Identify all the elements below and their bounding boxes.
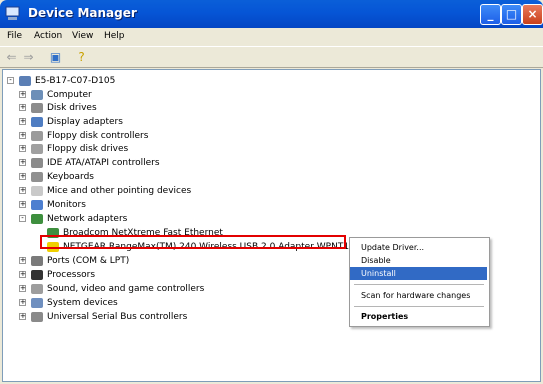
minimize-button[interactable]: _ bbox=[480, 4, 501, 25]
device-category[interactable]: + Ports (COM & LPT) bbox=[19, 254, 129, 267]
expand-icon[interactable]: + bbox=[19, 271, 26, 278]
computer-root-icon bbox=[19, 75, 31, 86]
device-category[interactable]: + Monitors bbox=[19, 198, 86, 211]
device-tree-panel: - E5-B17-C07-D105 + Computer + Disk drives +… bbox=[2, 69, 541, 382]
system-device-icon bbox=[31, 297, 43, 308]
sound-icon bbox=[31, 283, 43, 294]
device-category[interactable]: + Floppy disk controllers bbox=[19, 129, 148, 142]
context-properties[interactable]: Properties bbox=[350, 310, 487, 323]
display-adapter-icon bbox=[31, 116, 43, 127]
menu-view[interactable]: View bbox=[72, 31, 93, 41]
context-separator bbox=[354, 306, 484, 307]
computer-icon bbox=[31, 89, 43, 100]
back-icon[interactable]: ⇐ bbox=[4, 50, 19, 64]
menu-file[interactable]: File bbox=[7, 31, 22, 41]
expand-icon[interactable]: + bbox=[19, 173, 26, 180]
toolbar: ⇐ ⇒ ▣ ? bbox=[0, 46, 543, 68]
collapse-icon[interactable]: - bbox=[7, 77, 14, 84]
close-button[interactable]: × bbox=[522, 4, 543, 25]
expand-icon[interactable]: + bbox=[19, 187, 26, 194]
device-label: Network adapters bbox=[47, 213, 128, 224]
maximize-button[interactable]: □ bbox=[501, 4, 522, 25]
context-scan-hardware[interactable]: Scan for hardware changes bbox=[350, 289, 487, 302]
floppy-drive-icon bbox=[31, 143, 43, 154]
root-label: E5-B17-C07-D105 bbox=[35, 75, 116, 86]
context-separator bbox=[354, 284, 484, 285]
device-category[interactable]: + Disk drives bbox=[19, 101, 97, 114]
expand-icon[interactable]: + bbox=[19, 299, 26, 306]
device-label: Disk drives bbox=[47, 102, 97, 113]
device-category[interactable]: + Computer bbox=[19, 88, 92, 101]
view-icon[interactable]: ▣ bbox=[48, 50, 63, 64]
device-manager-icon bbox=[5, 6, 20, 20]
menu-help[interactable]: Help bbox=[104, 31, 125, 41]
device-label: Mice and other pointing devices bbox=[47, 185, 192, 196]
keyboard-icon bbox=[31, 171, 43, 182]
expand-icon[interactable]: + bbox=[19, 132, 26, 139]
expand-icon[interactable]: + bbox=[19, 118, 26, 125]
expand-icon[interactable]: + bbox=[19, 104, 26, 111]
forward-icon[interactable]: ⇒ bbox=[21, 50, 36, 64]
menu-action[interactable]: Action bbox=[34, 31, 62, 41]
mouse-icon bbox=[31, 185, 43, 196]
menu-bar: File Action View Help bbox=[0, 28, 543, 46]
device-category[interactable]: + Display adapters bbox=[19, 115, 123, 128]
expand-icon[interactable]: + bbox=[19, 257, 26, 264]
expand-icon[interactable]: + bbox=[19, 159, 26, 166]
device-category[interactable]: - Network adapters bbox=[19, 212, 127, 225]
floppy-controller-icon bbox=[31, 130, 43, 141]
device-label: Floppy disk drives bbox=[47, 143, 129, 154]
device-label: Sound, video and game controllers bbox=[47, 283, 205, 294]
device-category[interactable]: + Sound, video and game controllers bbox=[19, 282, 204, 295]
disk-drive-icon bbox=[31, 102, 43, 113]
device-category[interactable]: + Mice and other pointing devices bbox=[19, 184, 191, 197]
device-label: Monitors bbox=[47, 199, 86, 210]
context-menu: Update Driver... Disable Uninstall Scan … bbox=[349, 237, 490, 327]
highlighted-device-outline bbox=[40, 235, 346, 249]
device-category[interactable]: + Processors bbox=[19, 268, 95, 281]
network-adapter-icon bbox=[31, 213, 43, 224]
device-label: System devices bbox=[47, 297, 118, 308]
ide-controller-icon bbox=[31, 157, 43, 168]
monitor-icon bbox=[31, 199, 43, 210]
device-label: Ports (COM & LPT) bbox=[47, 255, 130, 266]
device-label: IDE ATA/ATAPI controllers bbox=[47, 157, 160, 168]
context-update-driver[interactable]: Update Driver... bbox=[350, 241, 487, 254]
device-category[interactable]: + Keyboards bbox=[19, 170, 94, 183]
device-category[interactable]: + IDE ATA/ATAPI controllers bbox=[19, 156, 160, 169]
usb-icon bbox=[31, 311, 43, 322]
device-manager-window: Device Manager _ □ × File Action View He… bbox=[0, 0, 543, 384]
collapse-icon[interactable]: - bbox=[19, 215, 26, 222]
device-category[interactable]: + System devices bbox=[19, 296, 118, 309]
processor-icon bbox=[31, 269, 43, 280]
expand-icon[interactable]: + bbox=[19, 145, 26, 152]
device-category[interactable]: + Floppy disk drives bbox=[19, 142, 128, 155]
tree-root[interactable]: - E5-B17-C07-D105 bbox=[7, 74, 115, 87]
context-disable[interactable]: Disable bbox=[350, 254, 487, 267]
device-category[interactable]: + Universal Serial Bus controllers bbox=[19, 310, 187, 323]
device-label: Universal Serial Bus controllers bbox=[47, 311, 188, 322]
expand-icon[interactable]: + bbox=[19, 285, 26, 292]
context-uninstall[interactable]: Uninstall bbox=[350, 267, 487, 280]
help-icon[interactable]: ? bbox=[74, 50, 89, 64]
expand-icon[interactable]: + bbox=[19, 201, 26, 208]
window-title: Device Manager bbox=[28, 6, 137, 20]
device-label: Display adapters bbox=[47, 116, 123, 127]
device-label: Keyboards bbox=[47, 171, 94, 182]
port-icon bbox=[31, 255, 43, 266]
title-bar[interactable]: Device Manager _ □ × bbox=[0, 0, 543, 28]
device-label: Computer bbox=[47, 89, 92, 100]
expand-icon[interactable]: + bbox=[19, 313, 26, 320]
expand-icon[interactable]: + bbox=[19, 91, 26, 98]
device-label: Floppy disk controllers bbox=[47, 130, 149, 141]
device-label: Processors bbox=[47, 269, 96, 280]
